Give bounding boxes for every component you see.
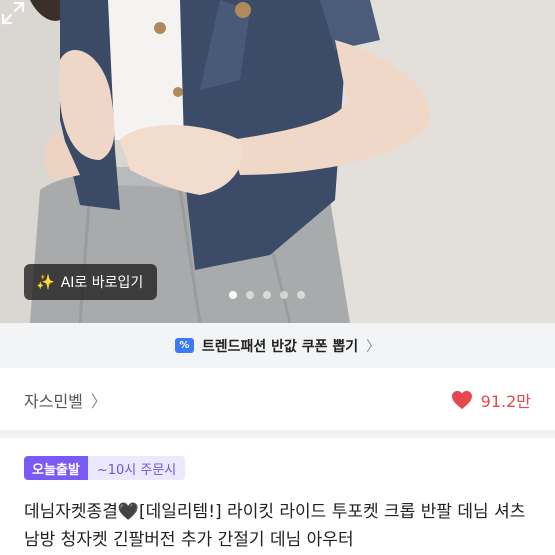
carousel-indicator [229,291,305,299]
carousel-dot[interactable] [280,291,288,299]
ticket-icon: % [174,338,194,353]
carousel-dot[interactable] [263,291,271,299]
expand-icon[interactable] [0,0,26,26]
carousel-dot[interactable] [229,291,237,299]
coupon-banner-label: 트렌드패션 반값 쿠폰 뽑기 [201,338,359,355]
shipping-badges: 오늘출발 ~10시 주문시 [24,456,186,480]
order-deadline-badge: ~10시 주문시 [87,456,186,480]
product-title: 데님자켓종결🖤[데일리템!] 라이킷 라이드 투포켓 크롭 반팔 데님 셔츠 남… [24,502,526,550]
carousel-dot[interactable] [297,291,305,299]
carousel-dot[interactable] [246,291,254,299]
seller-link[interactable]: 자스민벨 〉 [24,388,107,412]
section-divider [0,430,555,438]
heart-icon [451,390,472,410]
today-shipping-badge: 오늘출발 [24,456,88,480]
ai-try-on-button[interactable]: ✨ AI로 바로입기 [24,264,158,300]
coupon-banner[interactable]: % 트렌드패션 반값 쿠폰 뽑기 〉 [0,323,555,368]
product-image[interactable]: ✨ AI로 바로입기 [0,0,555,323]
seller-name: 자스민벨 [24,392,83,411]
chevron-right-icon: 〉 [366,338,381,355]
ai-try-on-label: AI로 바로입기 [60,275,144,291]
sparkle-icon: ✨ [36,273,55,291]
like-count: 91.2만 [480,392,531,411]
like-button[interactable]: 91.2만 [451,388,531,412]
seller-row: 자스민벨 〉 91.2만 [24,385,531,415]
product-page: ✨ AI로 바로입기 % 트렌드패션 반값 쿠폰 뽑기 〉 자스민벨 〉 91.… [0,0,555,555]
chevron-right-icon: 〉 [90,392,107,411]
